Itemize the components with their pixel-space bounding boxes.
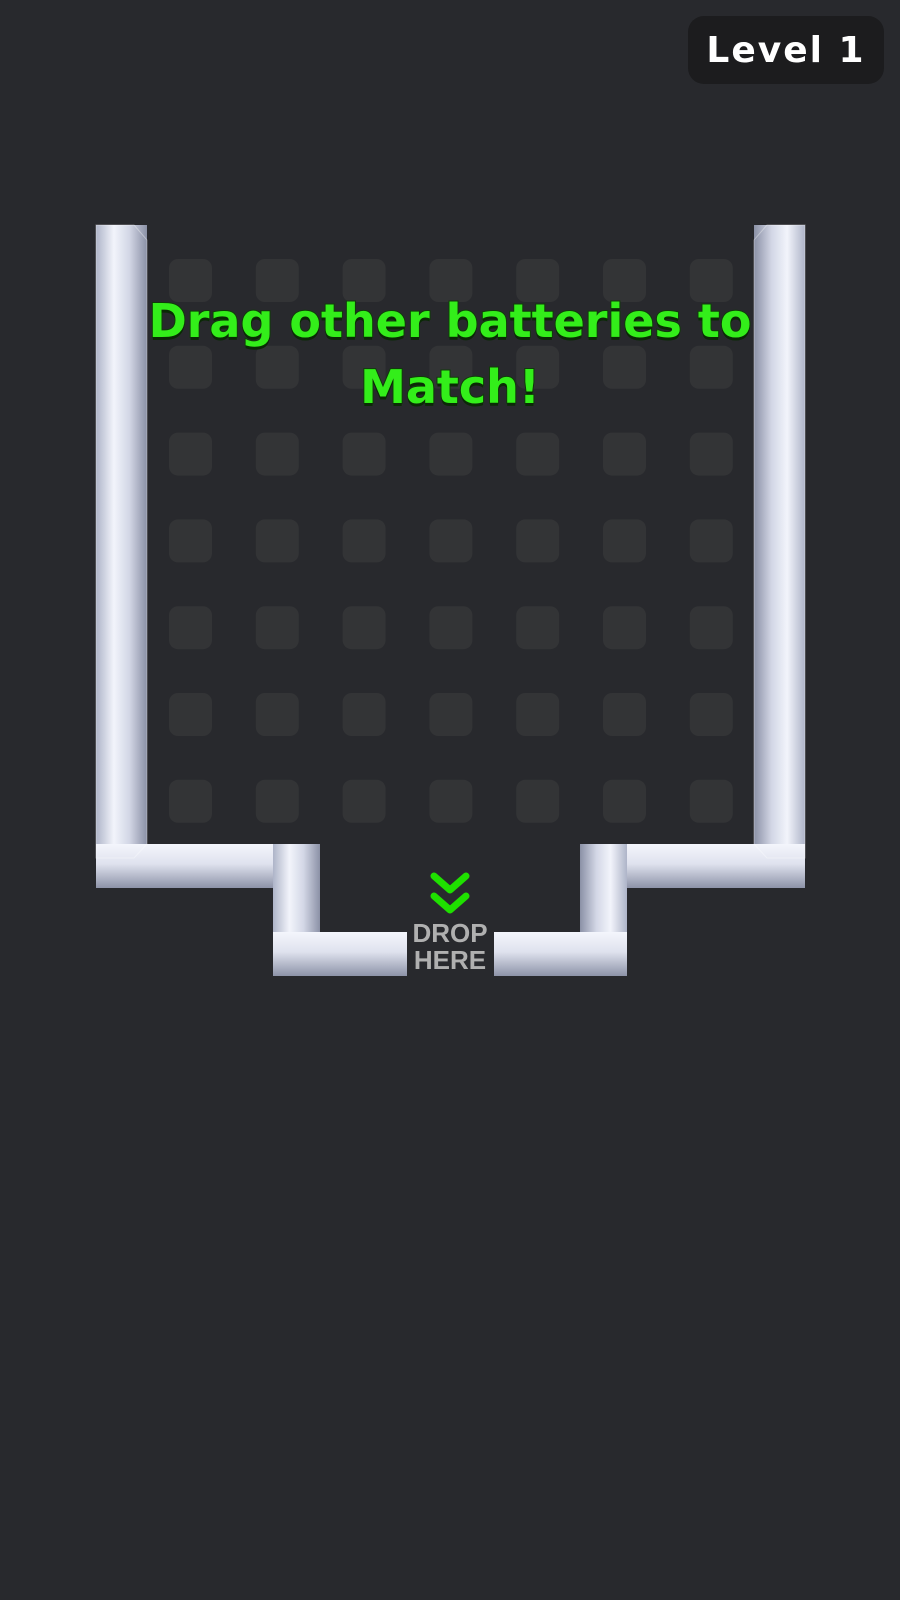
grid-slot[interactable] bbox=[342, 693, 386, 736]
grid-slot[interactable] bbox=[169, 693, 212, 736]
grid-slot[interactable] bbox=[255, 779, 299, 823]
grid-slot[interactable] bbox=[429, 519, 473, 563]
drop-zone[interactable]: DROP HERE bbox=[405, 872, 495, 984]
grid-slot[interactable] bbox=[429, 693, 473, 736]
grid-slot[interactable] bbox=[342, 519, 386, 563]
grid-slot[interactable] bbox=[255, 606, 299, 650]
grid-slot[interactable] bbox=[689, 432, 733, 476]
grid-slot[interactable] bbox=[516, 779, 560, 823]
grid-slot[interactable] bbox=[169, 519, 212, 563]
grid-slot[interactable] bbox=[429, 606, 473, 650]
drop-label-line1: DROP bbox=[412, 918, 488, 948]
grid-slot[interactable] bbox=[169, 432, 212, 476]
double-chevron-down-icon bbox=[430, 872, 470, 914]
grid-slot[interactable] bbox=[342, 432, 386, 476]
grid-slot[interactable] bbox=[255, 432, 299, 476]
grid-slot[interactable] bbox=[255, 693, 299, 736]
grid-slot[interactable] bbox=[342, 606, 386, 650]
instruction-text: Drag other batteries to Match! bbox=[148, 293, 753, 415]
grid-slot[interactable] bbox=[429, 779, 473, 823]
drop-here-label: DROP HERE bbox=[412, 920, 487, 974]
grid-slot[interactable] bbox=[603, 432, 646, 476]
grid-slot[interactable] bbox=[603, 693, 646, 736]
grid-slot[interactable] bbox=[603, 779, 646, 823]
grid-slot[interactable] bbox=[169, 779, 212, 823]
grid-slot[interactable] bbox=[516, 693, 560, 736]
drop-label-line2: HERE bbox=[413, 945, 487, 975]
grid-slot[interactable] bbox=[429, 432, 473, 476]
grid-slot[interactable] bbox=[516, 432, 560, 476]
right-inner-wall bbox=[494, 932, 627, 976]
grid-slot[interactable] bbox=[169, 606, 212, 650]
grid-slot[interactable] bbox=[516, 519, 560, 563]
grid-slot[interactable] bbox=[689, 779, 733, 823]
grid-slot[interactable] bbox=[603, 606, 646, 650]
grid-slot[interactable] bbox=[689, 606, 733, 650]
grid-slot[interactable] bbox=[516, 606, 560, 650]
grid-slot[interactable] bbox=[689, 519, 733, 563]
left-inner-wall bbox=[273, 932, 407, 976]
grid-slot[interactable] bbox=[342, 779, 386, 823]
grid-slot[interactable] bbox=[603, 519, 646, 563]
grid-slot[interactable] bbox=[255, 519, 299, 563]
grid-slot[interactable] bbox=[689, 693, 733, 736]
